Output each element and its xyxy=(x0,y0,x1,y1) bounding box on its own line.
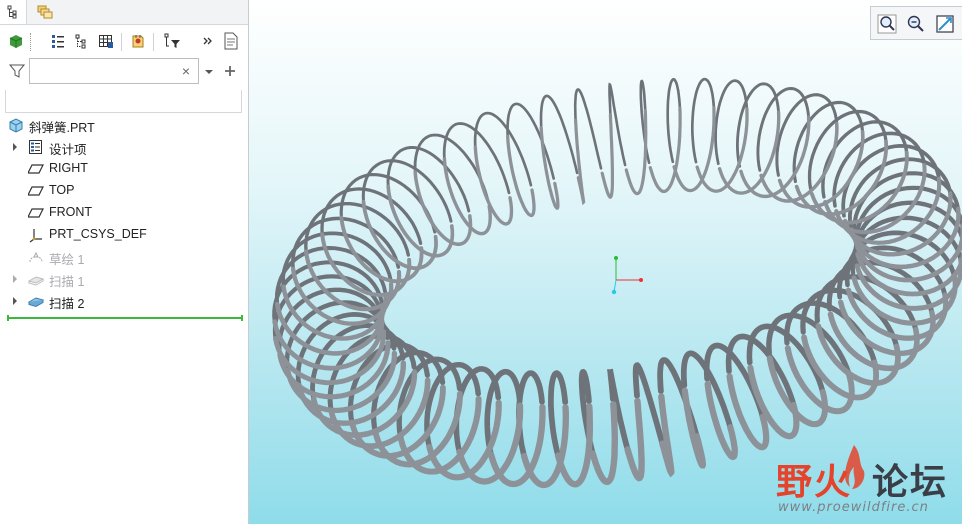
creo-window: × 斜弹簧.PRT 设计项 RIGHT TOP FRONT PRT_CSYS_D… xyxy=(0,0,962,524)
refit-button[interactable] xyxy=(933,12,957,36)
columns-icon xyxy=(52,35,64,48)
part-icon xyxy=(9,118,23,133)
tree-item-label: 扫描 2 xyxy=(49,297,85,311)
spring-coil-front xyxy=(600,113,614,200)
table-icon xyxy=(99,35,113,48)
refit-icon xyxy=(936,15,954,33)
search-box: × xyxy=(29,58,199,84)
tree-filter-icon xyxy=(75,34,86,49)
insert-here-line[interactable] xyxy=(7,315,243,321)
spring-coil-front xyxy=(573,118,586,206)
spring-coil-back xyxy=(539,94,579,175)
filter-icon xyxy=(9,64,25,78)
spring-coil-front xyxy=(589,401,619,486)
sketch-icon xyxy=(29,251,43,263)
close-icon: × xyxy=(181,63,191,79)
tree-item-csys[interactable]: PRT_CSYS_DEF xyxy=(0,224,248,246)
tree-item-sketch[interactable]: 草绘 1 xyxy=(0,246,248,268)
add-icon[interactable] xyxy=(223,64,237,78)
tree-toolbar xyxy=(0,28,248,56)
expand-arrow-icon[interactable] xyxy=(11,275,19,283)
spring-coil-front xyxy=(413,170,473,246)
settings-icon xyxy=(132,35,144,48)
spring-coil-front xyxy=(777,129,865,209)
view-toolbar xyxy=(870,6,962,40)
columns-button[interactable] xyxy=(47,30,69,52)
more-icon xyxy=(203,37,212,45)
spring-coil-front xyxy=(624,397,645,482)
chevron-down-icon[interactable] xyxy=(204,68,214,76)
panel-tabs xyxy=(0,0,248,25)
tree-item-label: 扫描 1 xyxy=(49,275,85,289)
layer-tree-icon xyxy=(37,5,53,19)
tree-item-label: RIGHT xyxy=(49,161,88,175)
csys-icon xyxy=(29,229,42,243)
tree-item-label: 设计项 xyxy=(49,143,87,157)
zoom-out-button[interactable] xyxy=(904,12,928,36)
tree-item-label: PRT_CSYS_DEF xyxy=(49,227,147,241)
doc-button[interactable] xyxy=(220,30,242,52)
tree-filter-button[interactable] xyxy=(70,30,92,52)
model-tree-panel: × 斜弹簧.PRT 设计项 RIGHT TOP FRONT PRT_CSYS_D… xyxy=(0,0,249,524)
display-icon xyxy=(9,35,23,48)
tree-item-label: 斜弹簧.PRT xyxy=(29,121,95,135)
tree-item-design-items[interactable]: 设计项 xyxy=(0,136,248,158)
sweep-icon xyxy=(28,276,44,286)
expand-arrow-icon[interactable] xyxy=(11,143,19,151)
tree-item-sweep-2[interactable]: 扫描 2 xyxy=(0,290,248,312)
tree-header xyxy=(5,90,242,113)
zoom-in-icon xyxy=(877,14,897,34)
tree-item-right-plane[interactable]: RIGHT xyxy=(0,158,248,180)
tree-item-part[interactable]: 斜弹簧.PRT xyxy=(0,114,248,136)
datum-plane-icon xyxy=(28,208,44,218)
datum-plane-icon xyxy=(28,164,44,174)
datum-plane-icon xyxy=(28,186,44,196)
search-input[interactable] xyxy=(34,62,178,82)
tree-item-label: TOP xyxy=(49,183,75,197)
spring-coil-front xyxy=(739,115,811,199)
csys-marker xyxy=(611,256,643,295)
tree-item-label: 草绘 1 xyxy=(49,253,85,267)
spring-coil-front xyxy=(681,387,706,469)
show-filter-button[interactable] xyxy=(161,30,183,52)
more-button[interactable] xyxy=(197,30,219,52)
spring-coil-front xyxy=(648,106,682,194)
zoom-out-icon xyxy=(907,15,924,32)
table-button[interactable] xyxy=(95,30,117,52)
model-tree-icon xyxy=(7,5,17,19)
expand-arrow-icon[interactable] xyxy=(11,297,19,305)
watermark-title: 野火 论坛 xyxy=(776,462,949,503)
show-filter-icon xyxy=(164,33,180,48)
tree-item-top-plane[interactable]: TOP xyxy=(0,180,248,202)
tree-item-sweep-1[interactable]: 扫描 1 xyxy=(0,268,248,290)
design-items-icon xyxy=(29,140,42,154)
doc-icon xyxy=(224,32,238,50)
tree-item-front-plane[interactable]: FRONT xyxy=(0,202,248,224)
settings-button[interactable] xyxy=(127,30,149,52)
watermark-logo: 野火 论坛 www.proewildfire.cn xyxy=(776,443,956,523)
spring-coil-front xyxy=(717,110,781,195)
tree-item-label: FRONT xyxy=(49,205,93,219)
tab-model-tree[interactable] xyxy=(0,0,27,24)
zoom-in-button[interactable] xyxy=(875,12,899,36)
graphics-viewport[interactable]: 野火 论坛 www.proewildfire.cn xyxy=(249,0,962,524)
filter-row: × xyxy=(0,58,248,86)
tab-layer-tree[interactable] xyxy=(32,0,58,24)
display-button[interactable] xyxy=(5,30,27,52)
clear-search-button[interactable]: × xyxy=(178,63,194,79)
spring-coil-front xyxy=(539,126,560,210)
watermark-url: www.proewildfire.cn xyxy=(778,500,929,515)
sweep-icon xyxy=(28,297,44,308)
